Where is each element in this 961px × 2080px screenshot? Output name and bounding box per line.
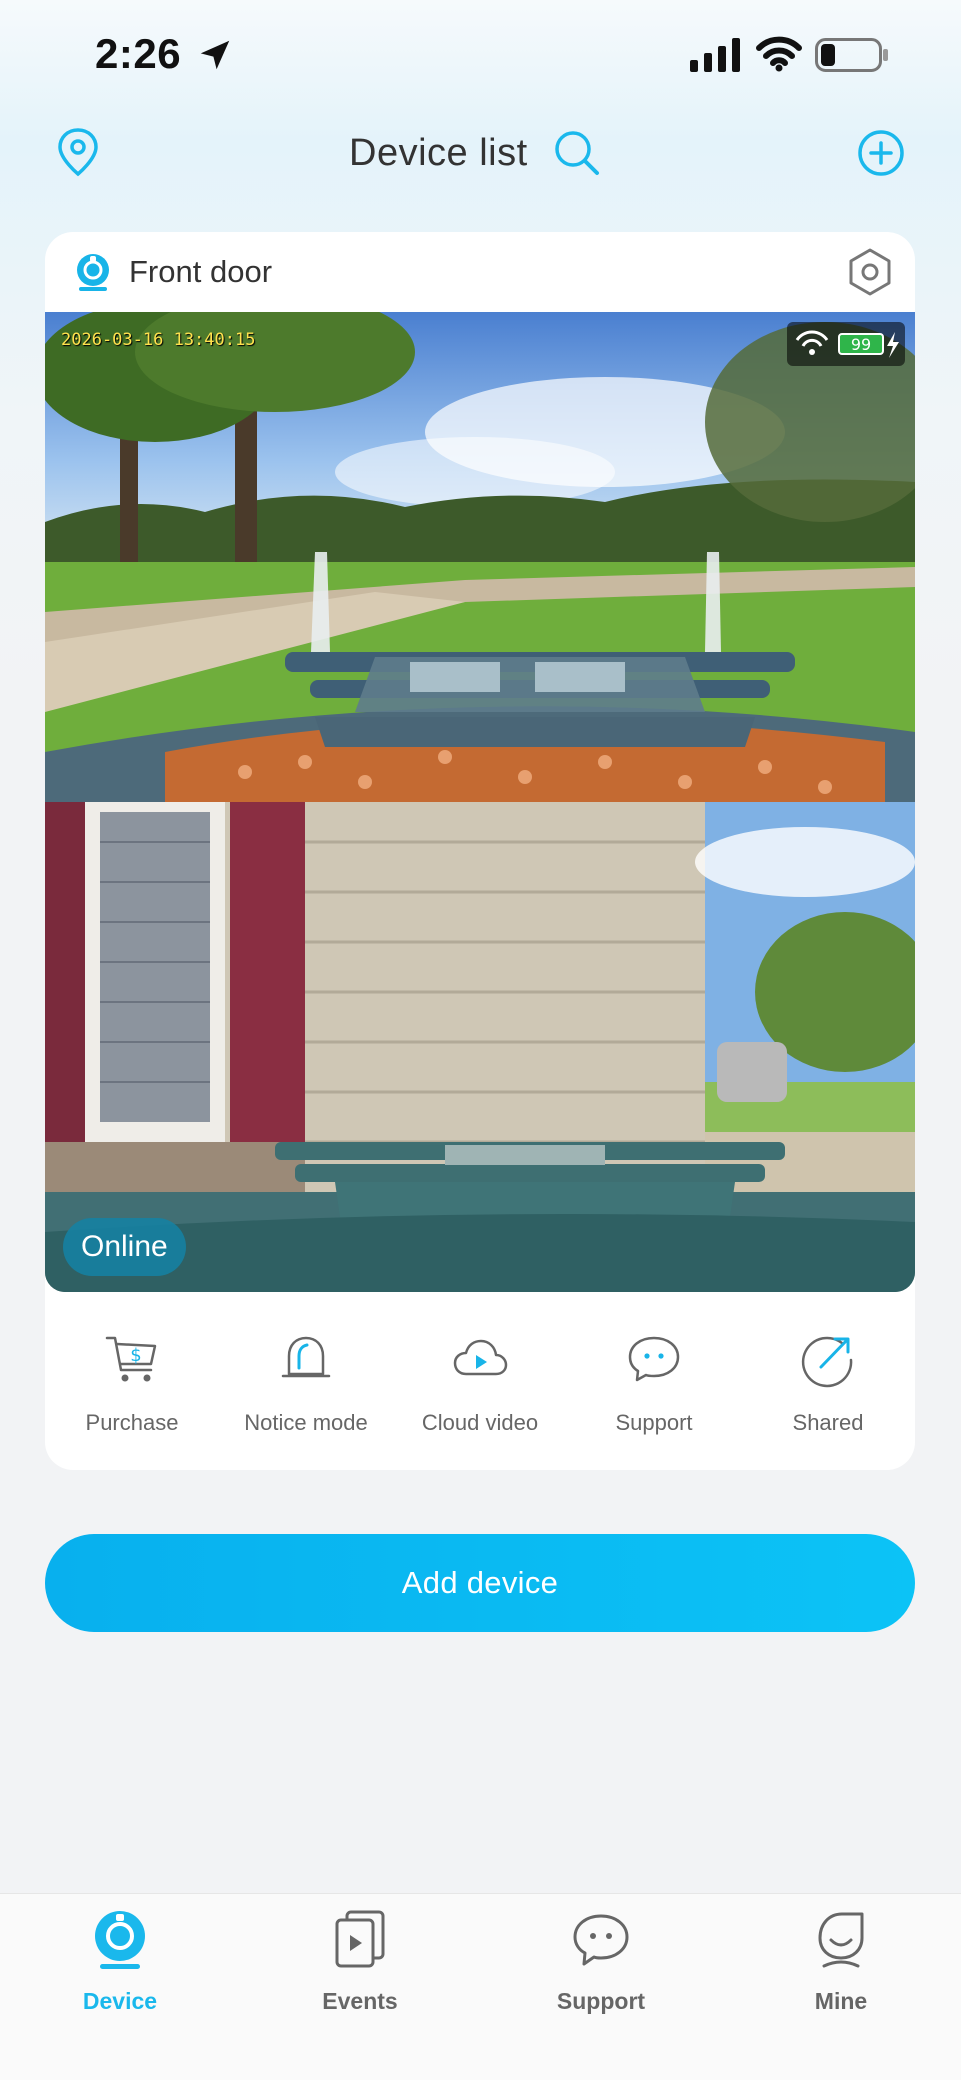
events-icon bbox=[335, 1910, 385, 1968]
cloud-play-icon bbox=[453, 1339, 508, 1376]
tab-mine[interactable]: Mine bbox=[721, 1894, 961, 2024]
cloud-video-button[interactable]: Cloud video bbox=[393, 1292, 567, 1470]
live-view-top bbox=[45, 312, 915, 802]
search-icon[interactable] bbox=[552, 128, 602, 178]
camera-preview[interactable]: 2026-03-16 13:40:15 99 Online bbox=[45, 312, 915, 1292]
action-label-shared: Shared bbox=[792, 1410, 864, 1435]
add-device-button[interactable]: Add device bbox=[45, 1534, 915, 1632]
page-title: Device list bbox=[349, 132, 528, 174]
tab-label-events: Events bbox=[322, 1988, 398, 2014]
wifi-icon bbox=[756, 36, 802, 72]
action-label-support: Support bbox=[615, 1410, 693, 1435]
svg-text:$: $ bbox=[130, 1345, 141, 1366]
wifi-battery-indicator: 99 bbox=[787, 322, 905, 366]
status-time: 2:26 bbox=[95, 30, 182, 77]
tab-support[interactable]: Support bbox=[481, 1894, 721, 2024]
location-arrow-icon bbox=[200, 40, 230, 70]
location-pin-icon[interactable] bbox=[55, 126, 101, 178]
online-status-badge: Online bbox=[63, 1218, 186, 1276]
device-name: Front door bbox=[129, 254, 273, 289]
chat-icon bbox=[573, 1914, 629, 1966]
camera-icon bbox=[77, 254, 109, 291]
notice-mode-button[interactable]: Notice mode bbox=[219, 1292, 393, 1470]
shared-button[interactable]: Shared bbox=[741, 1292, 915, 1470]
tab-events[interactable]: Events bbox=[240, 1894, 480, 2024]
tab-device[interactable]: Device bbox=[0, 1894, 240, 2024]
purchase-button[interactable]: $ Purchase bbox=[45, 1292, 219, 1470]
chat-bubble-icon bbox=[628, 1336, 680, 1382]
share-arrow-icon bbox=[801, 1336, 853, 1388]
battery-level: 99 bbox=[851, 335, 871, 354]
action-label-notice-mode: Notice mode bbox=[244, 1410, 368, 1435]
device-card-header[interactable]: Front door bbox=[45, 232, 915, 312]
tab-label-support: Support bbox=[556, 1988, 646, 2014]
action-label-cloud-video: Cloud video bbox=[421, 1410, 539, 1435]
tab-label-mine: Mine bbox=[814, 1988, 868, 2014]
status-bar: 2:26 bbox=[0, 0, 961, 110]
tab-label-device: Device bbox=[82, 1988, 158, 2014]
video-timestamp: 2026-03-16 13:40:15 bbox=[61, 330, 256, 350]
support-button[interactable]: Support bbox=[567, 1292, 741, 1470]
cart-dollar-icon: $ bbox=[105, 1336, 157, 1382]
bell-icon bbox=[281, 1336, 331, 1378]
camera-icon bbox=[95, 1911, 145, 1969]
settings-hexagon-icon[interactable] bbox=[847, 247, 893, 297]
live-view-bottom bbox=[45, 802, 915, 1292]
header: Device list bbox=[0, 120, 961, 188]
cellular-signal-icon bbox=[690, 38, 740, 72]
bottom-tab-bar: Device Events Support Mine bbox=[0, 1893, 961, 2080]
action-label-purchase: Purchase bbox=[85, 1410, 179, 1435]
add-circle-icon[interactable] bbox=[856, 128, 906, 178]
profile-icon bbox=[818, 1912, 864, 1968]
battery-icon bbox=[815, 38, 888, 72]
device-actions: $ Purchase Notice mode Cloud video Suppo… bbox=[45, 1292, 915, 1470]
device-card: Front door 2026-03-16 13:40:15 99 Online… bbox=[45, 232, 915, 1470]
